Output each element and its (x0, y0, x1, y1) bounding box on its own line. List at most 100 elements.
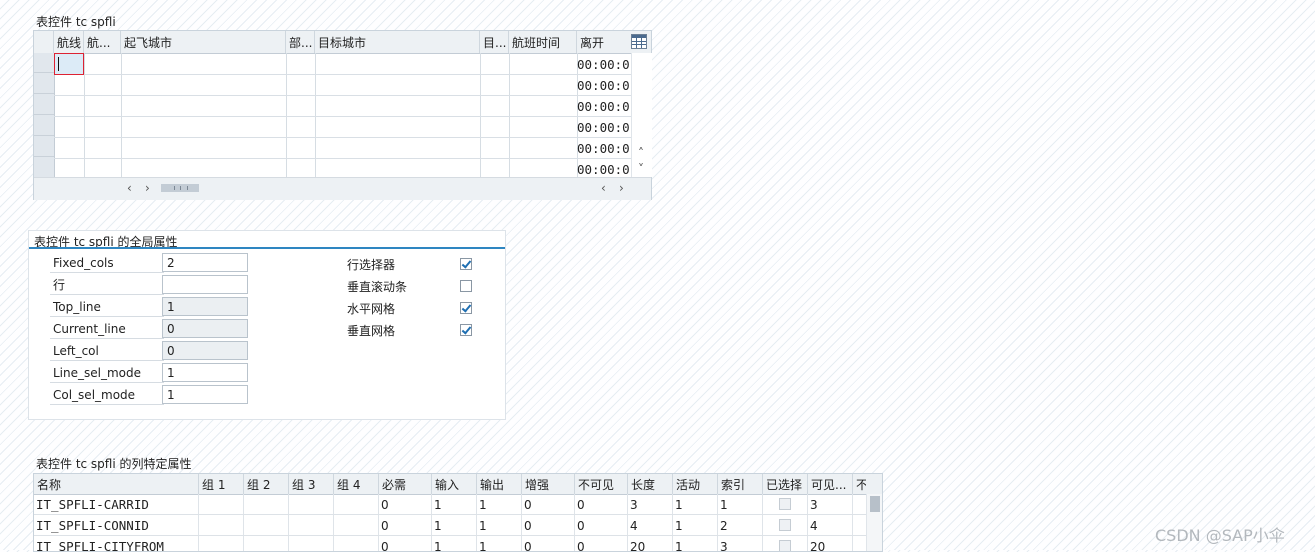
group-cell[interactable] (244, 515, 289, 535)
top-line-label: Top_line (50, 297, 164, 317)
scroll-left-icon[interactable]: ‹ (127, 182, 132, 194)
visible-length-cell[interactable]: 4 (808, 515, 853, 535)
col-sel-mode-field[interactable]: 1 (162, 385, 248, 404)
selected-checkbox (779, 540, 791, 551)
fixed-cols-field[interactable]: 2 (162, 253, 248, 272)
scroll-right-icon[interactable]: › (145, 182, 150, 194)
column-header-carrid[interactable]: 航线 (54, 31, 84, 53)
column-header-truncated[interactable]: 不 (853, 474, 866, 494)
scroll-up-icon[interactable]: ˄ (638, 147, 644, 159)
grid-line (54, 158, 631, 159)
active-cell[interactable]: 1 (673, 515, 718, 535)
table-settings-icon[interactable] (631, 34, 647, 49)
column-header-required[interactable]: 必需 (379, 474, 432, 494)
horizontal-scrollbar[interactable]: ‹ › ‹ › (34, 177, 651, 200)
index-cell[interactable]: 2 (718, 515, 763, 535)
column-header-active[interactable]: 活动 (673, 474, 718, 494)
invisible-cell[interactable]: 0 (575, 494, 628, 514)
column-header-airpfrom[interactable]: 部... (286, 31, 315, 53)
text-cursor (58, 57, 59, 71)
line-sel-mode-label: Line_sel_mode (50, 363, 164, 383)
check-icon (461, 258, 472, 269)
group-cell[interactable] (334, 494, 379, 514)
column-header-row: 名称 组 1 组 2 组 3 组 4 必需 输入 输出 增强 不可见 长度 活动… (34, 474, 882, 495)
column-header-invisible[interactable]: 不可见 (575, 474, 628, 494)
group-cell[interactable] (199, 494, 244, 514)
deptime-cell[interactable]: 00:00:0 (577, 75, 631, 95)
column-header-airpto[interactable]: 目... (480, 31, 509, 53)
vertical-scrollbar[interactable]: ˄ ˅ (631, 53, 652, 177)
selected-cell (763, 494, 808, 514)
row-selector[interactable] (34, 116, 54, 136)
required-cell[interactable]: 0 (379, 515, 432, 535)
row-selector-checkbox[interactable] (460, 258, 472, 270)
column-header-fltime[interactable]: 航班时间 (509, 31, 577, 53)
column-header-enhance[interactable]: 增强 (522, 474, 575, 494)
table-control-preview[interactable]: 航线 航... 起飞城市 部... 目标城市 目... 航班时间 离开 00:0 (33, 30, 652, 200)
column-header-group3[interactable]: 组 3 (289, 474, 334, 494)
column-header-group1[interactable]: 组 1 (199, 474, 244, 494)
column-attributes-table[interactable]: 名称 组 1 组 2 组 3 组 4 必需 输入 输出 增强 不可见 长度 活动… (33, 473, 883, 552)
group-cell[interactable] (289, 494, 334, 514)
length-cell[interactable]: 4 (628, 515, 673, 535)
group-cell[interactable] (334, 515, 379, 535)
column-header-name[interactable]: 名称 (34, 474, 199, 494)
vertical-scrollbar[interactable] (866, 494, 882, 551)
focused-cell[interactable] (54, 53, 84, 75)
column-header-group4[interactable]: 组 4 (334, 474, 379, 494)
column-header-connid[interactable]: 航... (84, 31, 121, 53)
input-cell[interactable]: 1 (432, 515, 477, 535)
output-cell[interactable]: 1 (477, 494, 522, 514)
column-header-index[interactable]: 索引 (718, 474, 763, 494)
deptime-cell[interactable]: 00:00:0 (577, 117, 631, 137)
column-header-cityfrom[interactable]: 起飞城市 (121, 31, 286, 53)
horizontal-grid-checkbox[interactable] (460, 302, 472, 314)
active-cell[interactable]: 1 (673, 494, 718, 514)
column-header-cityto[interactable]: 目标城市 (315, 31, 480, 53)
deptime-cell[interactable]: 00:00:0 (577, 96, 631, 116)
invisible-cell[interactable]: 0 (575, 515, 628, 535)
deptime-cell[interactable]: 00:00:0 (577, 54, 631, 74)
column-header-group2[interactable]: 组 2 (244, 474, 289, 494)
group-cell[interactable] (289, 515, 334, 535)
vertical-grid-checkbox[interactable] (460, 324, 472, 336)
enhance-cell[interactable]: 0 (522, 515, 575, 535)
scroll-thumb[interactable] (161, 184, 199, 192)
column-header-deptime[interactable]: 离开 (577, 31, 631, 53)
column-header-output[interactable]: 输出 (477, 474, 522, 494)
lines-field[interactable] (162, 275, 248, 294)
required-cell[interactable]: 0 (379, 494, 432, 514)
scroll-thumb[interactable] (870, 496, 880, 512)
row-selector[interactable] (34, 74, 54, 94)
group-cell[interactable] (244, 494, 289, 514)
name-cell[interactable]: IT_SPFLI-CONNID (34, 515, 199, 535)
column-header-length[interactable]: 长度 (628, 474, 673, 494)
name-cell[interactable]: IT_SPFLI-CARRID (34, 494, 199, 514)
column-header-input[interactable]: 输入 (432, 474, 477, 494)
grid-line (54, 116, 631, 117)
vertical-scrollbar-checkbox-label: 垂直滚动条 (347, 280, 408, 294)
column-header-selected[interactable]: 已选择 (763, 474, 808, 494)
left-col-field: 0 (162, 341, 248, 360)
row-selector[interactable] (34, 95, 54, 115)
deptime-cell[interactable]: 00:00:0 (577, 138, 631, 158)
output-cell[interactable]: 1 (477, 515, 522, 535)
row-selector[interactable] (34, 53, 54, 73)
scroll-down-icon[interactable]: ˅ (638, 163, 644, 175)
scroll-right-icon[interactable]: › (619, 182, 624, 194)
row-selector[interactable] (34, 137, 54, 157)
row-selector-header[interactable] (34, 31, 54, 53)
deptime-cell[interactable]: 00:00:0 (577, 159, 631, 179)
length-cell[interactable]: 3 (628, 494, 673, 514)
visible-length-cell[interactable]: 3 (808, 494, 853, 514)
row-selector[interactable] (34, 158, 54, 178)
group-cell[interactable] (199, 515, 244, 535)
scroll-left-icon[interactable]: ‹ (601, 182, 606, 194)
enhance-cell[interactable]: 0 (522, 494, 575, 514)
input-cell[interactable]: 1 (432, 494, 477, 514)
index-cell[interactable]: 1 (718, 494, 763, 514)
vertical-scrollbar-checkbox[interactable] (460, 280, 472, 292)
line-sel-mode-field[interactable]: 1 (162, 363, 248, 382)
grid-line (54, 74, 631, 75)
column-header-visible-length[interactable]: 可见... (808, 474, 853, 494)
